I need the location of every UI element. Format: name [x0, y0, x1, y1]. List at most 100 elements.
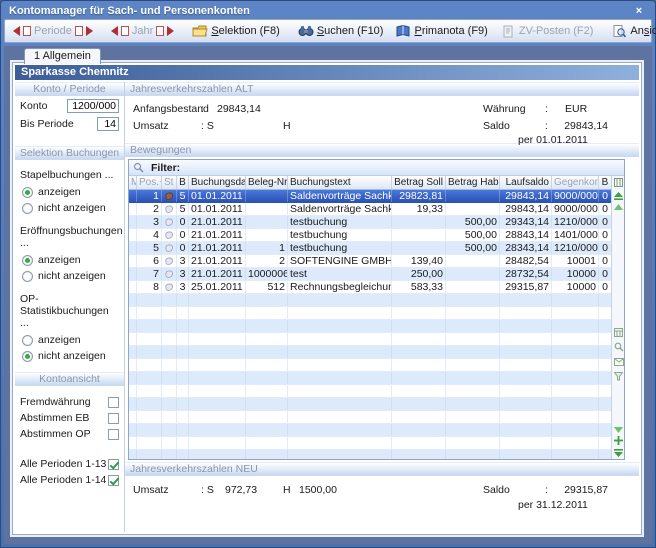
- empty-table-row[interactable]: [129, 398, 611, 411]
- checkbox-checked-icon[interactable]: [108, 459, 119, 470]
- table-row[interactable]: 7321.01.2011 /Fr10000066test250,0028732,…: [129, 268, 611, 281]
- checkbox-checked-icon[interactable]: [108, 475, 119, 486]
- checkbox-alle-perioden-1-14[interactable]: Alle Perioden 1-14: [15, 472, 124, 488]
- jahr-next-icon[interactable]: [167, 26, 174, 36]
- scroll-down-icon[interactable]: [614, 449, 623, 457]
- konto-input[interactable]: [67, 99, 119, 113]
- page-up-icon[interactable]: [614, 204, 623, 212]
- search-icon[interactable]: [614, 342, 624, 352]
- column-header-b2[interactable]: B: [599, 176, 611, 189]
- cell-haben: [446, 268, 500, 280]
- table-header-row[interactable]: MPos.StBBuchungsdatumBeleg-Nr.Buchungste…: [129, 176, 611, 190]
- page-down-icon[interactable]: [614, 425, 623, 433]
- radio-icon[interactable]: [22, 271, 33, 282]
- empty-table-row[interactable]: [129, 424, 611, 437]
- table-row[interactable]: 6321.01.2011 /Fr2SOFTENGINE GMBH 2000018…: [129, 255, 611, 268]
- column-header-haben[interactable]: Betrag Haben: [446, 176, 500, 189]
- cell-m: [129, 229, 137, 241]
- selektion-button[interactable]: Selektion (F8): [187, 22, 284, 40]
- radio-icon[interactable]: [22, 335, 33, 346]
- filter-bar[interactable]: Filter:: [129, 160, 624, 176]
- cell-st: [162, 216, 177, 228]
- empty-table-row[interactable]: [129, 359, 611, 372]
- empty-table-row[interactable]: [129, 372, 611, 385]
- empty-cell: [446, 307, 500, 319]
- column-header-saldo[interactable]: Laufsaldo: [500, 176, 552, 189]
- table-row[interactable]: 5021.01.2011 /Fr1testbuchung500,0028343,…: [129, 242, 611, 255]
- cell-b2: 0: [599, 190, 611, 202]
- radio-icon[interactable]: [22, 255, 33, 266]
- scroll-up-icon[interactable]: [614, 192, 623, 200]
- empty-table-row[interactable]: [129, 320, 611, 333]
- empty-cell: [129, 294, 137, 306]
- filter-funnel-icon[interactable]: [614, 372, 623, 381]
- checkbox-abstimmen-op[interactable]: Abstimmen OP: [15, 426, 124, 442]
- empty-cell: [288, 346, 392, 358]
- periode-prev-next-control[interactable]: Periode: [8, 23, 98, 39]
- radio-icon[interactable]: [22, 203, 33, 214]
- calculator-icon[interactable]: [614, 328, 623, 337]
- jahr-prev-icon[interactable]: [111, 26, 118, 36]
- jahr-prev-next-control[interactable]: Jahr: [106, 23, 179, 39]
- empty-cell: [552, 411, 599, 423]
- empty-cell: [288, 359, 392, 371]
- periode-prev-icon[interactable]: [13, 26, 20, 36]
- table-row[interactable]: 2501.01.2011 /SaSaldenvorträge Sachkonte…: [129, 203, 611, 216]
- checkbox-alle-perioden-1-13[interactable]: Alle Perioden 1-13: [15, 456, 124, 472]
- column-header-datum[interactable]: Buchungsdatum: [189, 176, 246, 189]
- primanota-button[interactable]: Primanota (F9): [390, 22, 492, 40]
- empty-table-row[interactable]: [129, 411, 611, 424]
- column-header-st[interactable]: St: [162, 176, 177, 189]
- column-header-beleg[interactable]: Beleg-Nr.: [246, 176, 288, 189]
- empty-table-row[interactable]: [129, 385, 611, 398]
- table-row[interactable]: 8325.01.2011 /Di512Rechnungsbegleichung5…: [129, 281, 611, 294]
- column-header-pos[interactable]: Pos.: [137, 176, 162, 189]
- empty-cell: [500, 333, 552, 345]
- empty-cell: [177, 385, 189, 397]
- radio-op-anzeigen[interactable]: anzeigen: [15, 332, 124, 348]
- cell-haben: [446, 255, 500, 267]
- table-row[interactable]: 1501.01.2011 /SaSaldenvorträge Sachkonte…: [129, 190, 611, 203]
- empty-cell: [177, 346, 189, 358]
- periode-next-icon[interactable]: [86, 26, 93, 36]
- radio-icon[interactable]: [22, 187, 33, 198]
- radio-stapel-nicht-anzeigen[interactable]: nicht anzeigen: [15, 200, 124, 216]
- table-row[interactable]: 3021.01.2011 /Frtestbuchung500,0029343,1…: [129, 216, 611, 229]
- column-header-soll[interactable]: Betrag Soll: [392, 176, 446, 189]
- radio-op-nicht-anzeigen[interactable]: nicht anzeigen: [15, 348, 124, 364]
- empty-cell: [189, 398, 246, 410]
- empty-table-row[interactable]: [129, 294, 611, 307]
- column-header-gegen[interactable]: Gegenkonto: [552, 176, 599, 189]
- column-header-b[interactable]: B: [177, 176, 189, 189]
- column-chooser-icon[interactable]: [614, 178, 623, 187]
- table-row[interactable]: 4021.01.2011 /Frtestbuchung500,0028843,1…: [129, 229, 611, 242]
- empty-cell: [129, 346, 137, 358]
- bis-periode-input[interactable]: [97, 117, 119, 131]
- checkbox-icon[interactable]: [108, 429, 119, 440]
- empty-cell: [162, 450, 177, 459]
- empty-table-row[interactable]: [129, 346, 611, 359]
- empty-table-row[interactable]: [129, 450, 611, 459]
- checkbox-fremdwaehrung[interactable]: Fremdwährung: [15, 394, 124, 410]
- checkbox-icon[interactable]: [108, 397, 119, 408]
- checkbox-abstimmen-eb[interactable]: Abstimmen EB: [15, 410, 124, 426]
- tab-allgemein[interactable]: 1 Allgemein: [24, 48, 101, 64]
- column-header-m[interactable]: M: [129, 176, 137, 189]
- zv-posten-button[interactable]: ZV-Posten (F2): [495, 22, 599, 40]
- column-header-text[interactable]: Buchungstext: [288, 176, 392, 189]
- radio-eroeffnung-anzeigen[interactable]: anzeigen: [15, 252, 124, 268]
- ansicht-button[interactable]: Ansicht: [606, 22, 656, 40]
- binoculars-icon: [298, 24, 314, 38]
- radio-stapel-anzeigen[interactable]: anzeigen: [15, 184, 124, 200]
- insert-row-icon[interactable]: [614, 436, 623, 445]
- empty-cell: [552, 398, 599, 410]
- close-button[interactable]: ×: [631, 5, 647, 18]
- empty-table-row[interactable]: [129, 333, 611, 346]
- radio-eroeffnung-nicht-anzeigen[interactable]: nicht anzeigen: [15, 268, 124, 284]
- mail-icon[interactable]: [614, 358, 624, 366]
- suchen-button[interactable]: Suchen (F10): [293, 22, 389, 40]
- empty-table-row[interactable]: [129, 437, 611, 450]
- empty-table-row[interactable]: [129, 307, 611, 320]
- radio-icon[interactable]: [22, 351, 33, 362]
- checkbox-icon[interactable]: [108, 413, 119, 424]
